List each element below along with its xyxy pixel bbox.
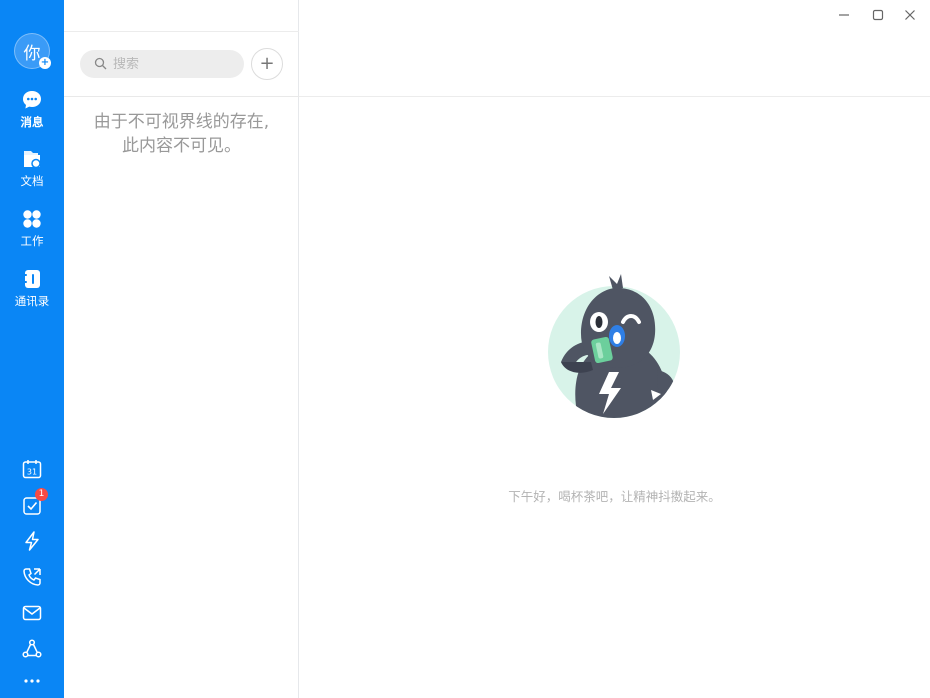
apps-grid-icon	[21, 208, 43, 230]
sidebar-item-label: 通讯录	[14, 294, 50, 308]
search-icon	[94, 55, 107, 74]
search-input[interactable]	[113, 56, 233, 72]
sidebar-item-contacts[interactable]: 通讯录	[0, 268, 64, 320]
minimize-icon[interactable]	[833, 4, 855, 26]
avatar[interactable]: 你 +	[14, 33, 51, 69]
mascot-drinking-tea-icon	[539, 272, 689, 422]
sidebar-item-messages[interactable]: 消息	[0, 89, 64, 141]
document-folder-icon	[21, 148, 43, 170]
add-button[interactable]: +	[251, 48, 283, 80]
invisible-content-notice: 由于不可视界线的存在, 此内容不可见。	[64, 110, 299, 158]
share-network-icon[interactable]	[21, 638, 43, 660]
lightning-icon[interactable]	[21, 530, 43, 552]
contacts-book-icon	[21, 268, 43, 290]
maximize-icon[interactable]	[867, 4, 889, 26]
main-panel: 下午好，喝杯茶吧，让精神抖擞起来。	[299, 0, 930, 698]
sidebar-item-label: 工作	[20, 234, 44, 248]
notice-line-1: 由于不可视界线的存在,	[93, 112, 270, 132]
chat-bubble-icon	[21, 89, 43, 111]
svg-text:31: 31	[27, 468, 37, 477]
conversation-list: + 由于不可视界线的存在, 此内容不可见。	[64, 0, 299, 698]
sidebar-item-label: 文档	[20, 174, 44, 188]
more-dots-icon[interactable]	[21, 670, 43, 690]
divider	[299, 96, 930, 97]
avatar-add-icon: +	[39, 57, 51, 69]
avatar-text: 你	[23, 43, 41, 64]
calendar-icon[interactable]: 31	[21, 458, 43, 480]
todo-badge: 1	[35, 488, 48, 501]
phone-call-icon[interactable]	[21, 566, 43, 588]
sidebar-item-docs[interactable]: 文档	[0, 148, 64, 200]
mail-icon[interactable]	[21, 602, 43, 624]
sidebar-item-label: 消息	[20, 115, 44, 129]
sidebar: 你 + 消息 文档 工作 通讯录 31 1	[0, 0, 64, 698]
greeting-text: 下午好，喝杯茶吧，让精神抖擞起来。	[508, 489, 721, 504]
sidebar-item-work[interactable]: 工作	[0, 208, 64, 260]
divider	[64, 96, 299, 97]
notice-line-2: 此内容不可见。	[122, 136, 241, 156]
close-icon[interactable]	[899, 4, 921, 26]
search-box[interactable]	[80, 50, 244, 78]
